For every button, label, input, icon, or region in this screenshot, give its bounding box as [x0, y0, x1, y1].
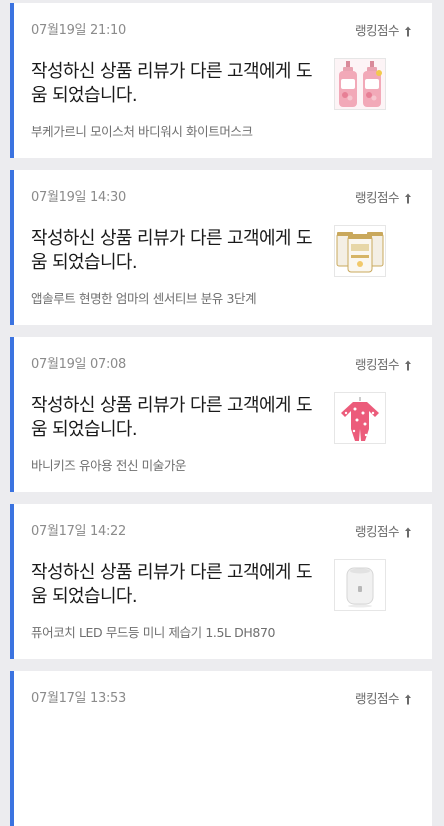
ranking-score-label: 랭킹점수: [354, 23, 400, 38]
ranking-score: 랭킹점수: [355, 190, 412, 206]
notification-message: 작성하신 상품 리뷰가 다른 고객에게 도움 되었습니다.: [31, 61, 313, 106]
kids-art-gown-thumbnail: [335, 393, 385, 443]
formula-cans-thumbnail: [335, 226, 385, 276]
product-thumbnail[interactable]: [334, 58, 386, 110]
product-name: 퓨어코치 LED 무드등 미니 제습기 1.5L DH870: [31, 625, 276, 640]
product-thumbnail[interactable]: [334, 225, 386, 277]
notification-card[interactable]: 07월19일 21:10 랭킹점수 작성하신 상품 리뷰가 다른 고객에게 도움…: [10, 3, 432, 158]
notification-date: 07월19일 14:30: [31, 190, 127, 205]
notification-card[interactable]: 07월17일 13:53 랭킹점수: [10, 671, 432, 826]
notification-message: 작성하신 상품 리뷰가 다른 고객에게 도움 되었습니다.: [31, 395, 313, 440]
ranking-score: 랭킹점수: [355, 357, 412, 373]
ranking-score-label: 랭킹점수: [354, 190, 400, 205]
notification-date: 07월19일 07:08: [31, 357, 127, 372]
product-thumbnail[interactable]: [334, 392, 386, 444]
notification-card[interactable]: 07월17일 14:22 랭킹점수 작성하신 상품 리뷰가 다른 고객에게 도움…: [10, 504, 432, 659]
ranking-score: 랭킹점수: [355, 524, 412, 540]
arrow-up-icon: [405, 694, 411, 704]
notification-date: 07월19일 21:10: [31, 23, 127, 38]
dehumidifier-thumbnail: [335, 560, 385, 610]
arrow-up-icon: [405, 360, 411, 370]
notification-card[interactable]: 07월19일 14:30 랭킹점수 작성하신 상품 리뷰가 다른 고객에게 도움…: [10, 170, 432, 325]
ranking-score: 랭킹점수: [355, 23, 412, 39]
notification-card[interactable]: 07월19일 07:08 랭킹점수 작성하신 상품 리뷰가 다른 고객에게 도움…: [10, 337, 432, 492]
notification-date: 07월17일 14:22: [31, 524, 127, 539]
notification-message: 작성하신 상품 리뷰가 다른 고객에게 도움 되었습니다.: [31, 562, 313, 607]
bodywash-bottles-thumbnail: [335, 59, 385, 109]
ranking-score-label: 랭킹점수: [354, 691, 400, 706]
arrow-up-icon: [405, 193, 411, 203]
arrow-up-icon: [405, 527, 411, 537]
product-name: 부케가르니 모이스처 바디워시 화이트머스크: [31, 124, 253, 139]
product-thumbnail[interactable]: [334, 559, 386, 611]
product-name: 바니키즈 유아용 전신 미술가운: [31, 458, 187, 473]
ranking-score-label: 랭킹점수: [354, 524, 400, 539]
arrow-up-icon: [405, 26, 411, 36]
notification-date: 07월17일 13:53: [31, 691, 127, 706]
ranking-score: 랭킹점수: [355, 691, 412, 707]
product-name: 앱솔루트 현명한 엄마의 센서티브 분유 3단계: [31, 291, 257, 306]
notification-message: 작성하신 상품 리뷰가 다른 고객에게 도움 되었습니다.: [31, 228, 313, 273]
ranking-score-label: 랭킹점수: [354, 357, 400, 372]
